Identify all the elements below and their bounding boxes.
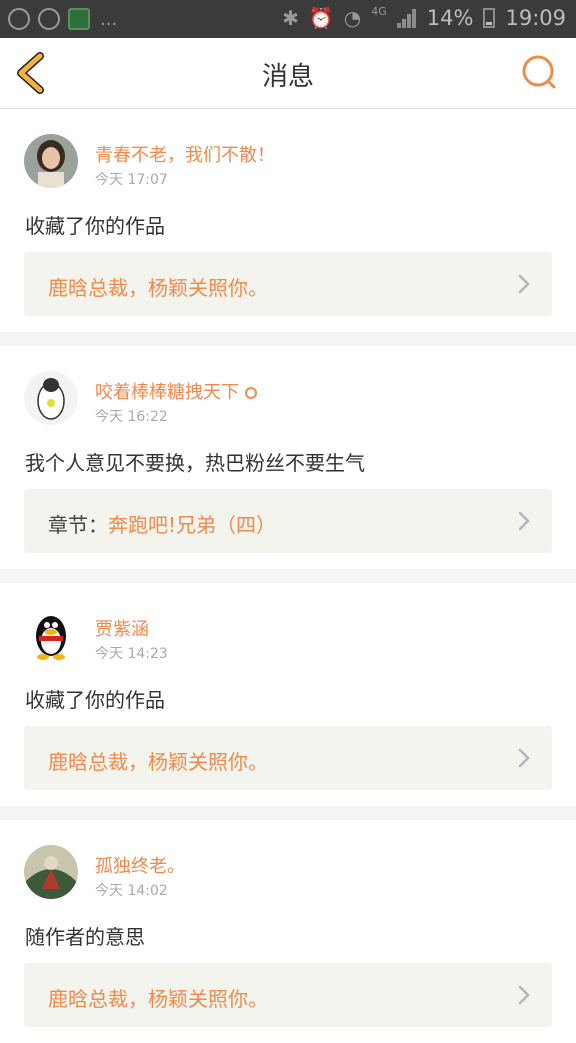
- alarm-icon: ⏰: [308, 6, 334, 30]
- app-icon: [8, 8, 30, 30]
- work-link[interactable]: 鹿晗总裁，杨颖关照你。: [24, 252, 552, 316]
- link-title: 鹿晗总裁，杨颖关照你。: [48, 750, 268, 774]
- network-type: 4G: [371, 4, 387, 18]
- notification-card: 贾紫涵 今天 14:23 收藏了你的作品 鹿晗总裁，杨颖关照你。: [0, 583, 576, 806]
- app-icon: [38, 8, 60, 30]
- username[interactable]: 青春不老，我们不散！: [95, 141, 275, 167]
- work-link-text: 鹿晗总裁，杨颖关照你。: [48, 272, 268, 301]
- chevron-right-icon: [518, 985, 530, 1005]
- chevron-right-icon: [518, 748, 530, 768]
- work-link[interactable]: 鹿晗总裁，杨颖关照你。: [24, 726, 552, 790]
- notification-list: 青春不老，我们不散！ 今天 17:07 收藏了你的作品 鹿晗总裁，杨颖关照你。 …: [0, 109, 576, 1043]
- bluetooth-icon: ✱: [282, 6, 299, 30]
- message-text: 随作者的意思: [25, 925, 145, 949]
- page-title: 消息: [261, 62, 314, 92]
- divider: [0, 332, 576, 346]
- message-text: 收藏了你的作品: [25, 214, 165, 238]
- chevron-right-icon: [518, 274, 530, 294]
- avatar[interactable]: [24, 371, 78, 425]
- avatar[interactable]: [24, 608, 78, 662]
- notification-card: 青春不老，我们不散！ 今天 17:07 收藏了你的作品 鹿晗总裁，杨颖关照你。: [0, 109, 576, 332]
- badge-icon: [245, 387, 257, 399]
- search-button[interactable]: [516, 50, 562, 96]
- app-icon: [68, 8, 90, 30]
- link-title: 鹿晗总裁，杨颖关照你。: [48, 276, 268, 300]
- chapter-link-text: 章节：奔跑吧!兄弟（四）: [48, 509, 276, 538]
- timestamp: 今天 14:02: [95, 883, 168, 899]
- work-link-text: 鹿晗总裁，杨颖关照你。: [48, 746, 268, 775]
- app-header: 消息: [0, 38, 576, 109]
- divider: [0, 806, 576, 820]
- avatar[interactable]: [24, 134, 78, 188]
- work-link[interactable]: 鹿晗总裁，杨颖关照你。: [24, 963, 552, 1027]
- link-title: 鹿晗总裁，杨颖关照你。: [48, 987, 268, 1011]
- wifi-icon: ◔: [343, 6, 362, 30]
- link-prefix: 章节：: [48, 513, 108, 537]
- message-text: 收藏了你的作品: [25, 688, 165, 712]
- username[interactable]: 孤独终老。: [95, 852, 185, 878]
- status-left: ...: [8, 8, 117, 30]
- chapter-link[interactable]: 章节：奔跑吧!兄弟（四）: [24, 489, 552, 553]
- work-link-text: 鹿晗总裁，杨颖关照你。: [48, 983, 268, 1012]
- timestamp: 今天 16:22: [95, 409, 168, 425]
- battery-percent: 14%: [426, 6, 474, 30]
- avatar[interactable]: [24, 845, 78, 899]
- battery-icon: [483, 8, 496, 28]
- username[interactable]: 咬着棒棒糖拽天下: [95, 378, 257, 404]
- signal-icon: [396, 8, 417, 28]
- overflow-indicator: ...: [100, 8, 118, 30]
- divider: [0, 569, 576, 583]
- chevron-right-icon: [518, 511, 530, 531]
- notification-card: 咬着棒棒糖拽天下 今天 16:22 我个人意见不要换，热巴粉丝不要生气 章节：奔…: [0, 346, 576, 569]
- username-text: 咬着棒棒糖拽天下: [95, 382, 239, 403]
- search-icon: [522, 55, 556, 89]
- message-text: 我个人意见不要换，热巴粉丝不要生气: [25, 451, 365, 475]
- clock: 19:09: [505, 6, 566, 30]
- timestamp: 今天 14:23: [95, 646, 168, 662]
- username[interactable]: 贾紫涵: [95, 615, 149, 641]
- timestamp: 今天 17:07: [95, 172, 168, 188]
- notification-card: 孤独终老。 今天 14:02 随作者的意思 鹿晗总裁，杨颖关照你。: [0, 820, 576, 1043]
- status-right: ✱ ⏰ ◔ 4G 14% 19:09: [282, 4, 566, 31]
- status-bar: ... ✱ ⏰ ◔ 4G 14% 19:09: [0, 0, 576, 38]
- link-title: 奔跑吧!兄弟（四）: [108, 513, 277, 537]
